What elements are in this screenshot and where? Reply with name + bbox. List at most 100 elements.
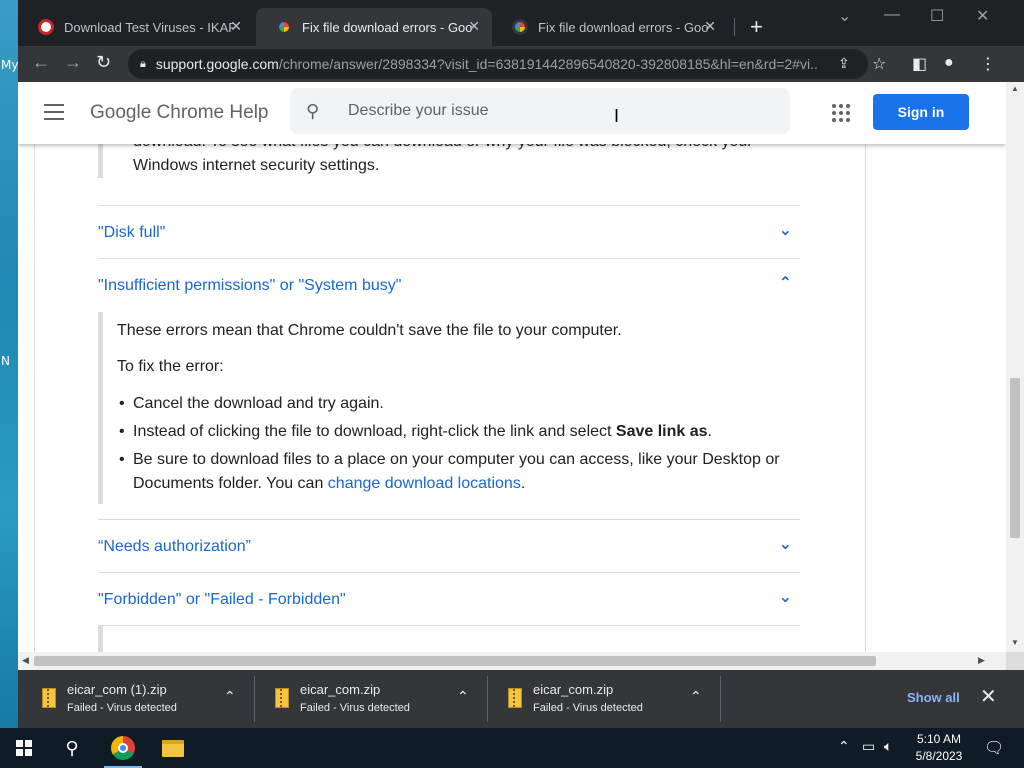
- search-input[interactable]: [348, 102, 748, 120]
- windows-start-icon[interactable]: [16, 740, 32, 756]
- download-status: Failed - Virus detected: [533, 702, 643, 714]
- scroll-up-arrow-icon[interactable]: ▲: [1011, 84, 1019, 93]
- url-host: support.google.com: [155, 56, 279, 72]
- reload-icon[interactable]: ↻: [96, 52, 111, 73]
- folder-icon: [162, 739, 184, 757]
- chevron-up-icon[interactable]: ⌃: [224, 688, 236, 705]
- tray-chevron-up-icon[interactable]: ⌃: [838, 738, 850, 755]
- chevron-down-icon[interactable]: ⌄: [779, 220, 792, 240]
- bookmark-star-icon[interactable]: ☆: [872, 54, 886, 74]
- desktop-icon-label[interactable]: My: [1, 58, 18, 72]
- fix-steps-list: Cancel the download and try again. Inste…: [117, 392, 800, 496]
- expanded-section-body: These errors mean that Chrome couldn't s…: [98, 312, 800, 504]
- windows-taskbar: ⚲ ⌃ ▭ 🔈︎ 5:10 AM 5/8/2023 🗨︎: [0, 728, 1024, 768]
- accordion-insufficient-permissions[interactable]: "Insufficient permissions" or "System bu…: [98, 258, 800, 294]
- download-item[interactable]: eicar_com.zip Failed - Virus detected ⌃: [484, 678, 717, 720]
- search-icon[interactable]: ⚲: [56, 728, 88, 768]
- browser-window: Download Test Viruses - IKARUS ✕ Fix fil…: [18, 0, 1024, 728]
- vertical-scroll-thumb[interactable]: [1010, 378, 1020, 538]
- list-item: Cancel the download and try again.: [117, 392, 800, 416]
- download-separator: [720, 676, 721, 722]
- tab-search-chevron-icon[interactable]: ⌄: [838, 6, 851, 26]
- close-tab-icon[interactable]: ✕: [468, 18, 480, 35]
- scroll-right-arrow-icon[interactable]: ▶: [978, 655, 985, 666]
- download-filename: eicar_com.zip: [533, 682, 614, 697]
- notifications-icon[interactable]: 🗨︎: [984, 738, 1004, 758]
- accordion-divider: [98, 625, 800, 652]
- scroll-down-arrow-icon[interactable]: ▼: [1011, 638, 1019, 647]
- new-tab-plus-icon[interactable]: +: [750, 14, 763, 40]
- list-item: Be sure to download files to a place on …: [117, 448, 800, 496]
- system-clock[interactable]: 5:10 AM 5/8/2023: [904, 731, 974, 765]
- accordion-title[interactable]: "Insufficient permissions" or "System bu…: [98, 277, 401, 295]
- list-item-text: Cancel the download and try again.: [133, 395, 384, 412]
- accordion-title[interactable]: "Disk full": [98, 224, 165, 242]
- tab-ikarus[interactable]: Download Test Viruses - IKARUS ✕: [18, 8, 254, 46]
- more-menu-icon[interactable]: ⋮: [980, 54, 996, 74]
- list-item-text: Instead of clicking the file to download…: [133, 423, 616, 440]
- tab-fix-download-errors-active[interactable]: Fix file download errors - Google ✕: [256, 8, 492, 46]
- accordion-needs-authorization[interactable]: “Needs authorization” ⌄: [98, 519, 800, 573]
- chevron-down-icon[interactable]: ⌄: [779, 587, 792, 607]
- tab-fix-download-errors[interactable]: Fix file download errors - Google ✕: [492, 8, 728, 46]
- list-item-text: .: [707, 423, 712, 440]
- maximize-icon[interactable]: ☐: [930, 6, 944, 26]
- sign-in-button[interactable]: Sign in: [873, 94, 969, 130]
- horizontal-scroll-thumb[interactable]: [34, 656, 876, 666]
- accordion-title[interactable]: “Needs authorization”: [98, 538, 251, 556]
- zip-file-icon: [508, 688, 522, 708]
- side-panel-icon[interactable]: ◧: [912, 54, 927, 74]
- lock-icon[interactable]: 🔒︎: [140, 58, 146, 71]
- accordion-disk-full[interactable]: "Disk full" ⌄: [98, 205, 800, 259]
- hamburger-menu-icon[interactable]: [44, 104, 64, 125]
- change-download-locations-link[interactable]: change download locations: [328, 475, 521, 492]
- download-item[interactable]: eicar_com.zip Failed - Virus detected ⌃: [251, 678, 484, 720]
- next-section-bar: [98, 626, 103, 652]
- chrome-taskbar-button[interactable]: [104, 728, 142, 768]
- help-brand-title[interactable]: Google Chrome Help: [90, 102, 268, 124]
- profile-avatar-icon[interactable]: ●: [944, 54, 954, 72]
- address-bar[interactable]: 🔒︎ support.google.com /chrome/answer/289…: [128, 49, 868, 79]
- back-arrow-icon[interactable]: ←: [32, 52, 50, 73]
- chevron-up-icon[interactable]: ⌃: [690, 688, 702, 705]
- apps-grid-icon[interactable]: [832, 104, 850, 122]
- scrollbar-corner: [1006, 652, 1024, 670]
- download-status: Failed - Virus detected: [300, 702, 410, 714]
- url-path: /chrome/answer/2898334?visit_id=63819144…: [278, 56, 819, 72]
- minimize-icon[interactable]: —: [884, 6, 900, 24]
- google-icon: [276, 19, 292, 35]
- show-all-downloads-link[interactable]: Show all: [907, 690, 960, 705]
- chevron-down-icon[interactable]: ⌄: [779, 534, 792, 554]
- forward-arrow-icon[interactable]: →: [64, 52, 82, 73]
- download-filename: eicar_com.zip: [300, 682, 381, 697]
- help-search-box[interactable]: ⚲: [290, 88, 790, 134]
- list-item-text: .: [520, 475, 526, 492]
- close-tab-icon[interactable]: ✕: [704, 18, 716, 35]
- vertical-scrollbar[interactable]: ▲ ▼: [1006, 82, 1024, 652]
- volume-icon[interactable]: 🔈︎: [884, 738, 892, 755]
- browser-toolbar: ← → ↻ 🔒︎ support.google.com /chrome/answ…: [18, 46, 1024, 82]
- close-tab-icon[interactable]: ✕: [230, 18, 242, 35]
- chevron-up-icon[interactable]: ⌃: [457, 688, 469, 705]
- close-window-icon[interactable]: ✕: [976, 6, 989, 26]
- desktop-icon-label[interactable]: N: [1, 354, 10, 368]
- tab-title: Fix file download errors - Google: [538, 19, 708, 35]
- network-icon[interactable]: ▭: [862, 738, 875, 755]
- share-icon[interactable]: ⇪: [838, 55, 850, 72]
- tab-separator: [734, 18, 735, 36]
- google-icon: [512, 19, 528, 35]
- horizontal-scrollbar[interactable]: ◀ ▶: [18, 652, 1006, 670]
- chrome-icon: [111, 736, 135, 760]
- tab-title: Download Test Viruses - IKARUS: [64, 19, 234, 35]
- download-item[interactable]: eicar_com (1).zip Failed - Virus detecte…: [18, 678, 251, 720]
- chevron-up-icon[interactable]: ⌃: [779, 273, 792, 293]
- download-shelf: eicar_com (1).zip Failed - Virus detecte…: [18, 670, 1024, 728]
- scroll-left-arrow-icon[interactable]: ◀: [22, 655, 29, 666]
- accordion-title[interactable]: "Forbidden" or "Failed - Forbidden": [98, 591, 346, 609]
- file-explorer-taskbar-button[interactable]: [154, 728, 192, 768]
- accordion-forbidden[interactable]: "Forbidden" or "Failed - Forbidden" ⌄: [98, 572, 800, 626]
- search-icon[interactable]: ⚲: [306, 101, 334, 122]
- download-filename: eicar_com (1).zip: [67, 682, 167, 697]
- clock-date: 5/8/2023: [915, 749, 963, 763]
- close-shelf-icon[interactable]: ✕: [980, 684, 997, 709]
